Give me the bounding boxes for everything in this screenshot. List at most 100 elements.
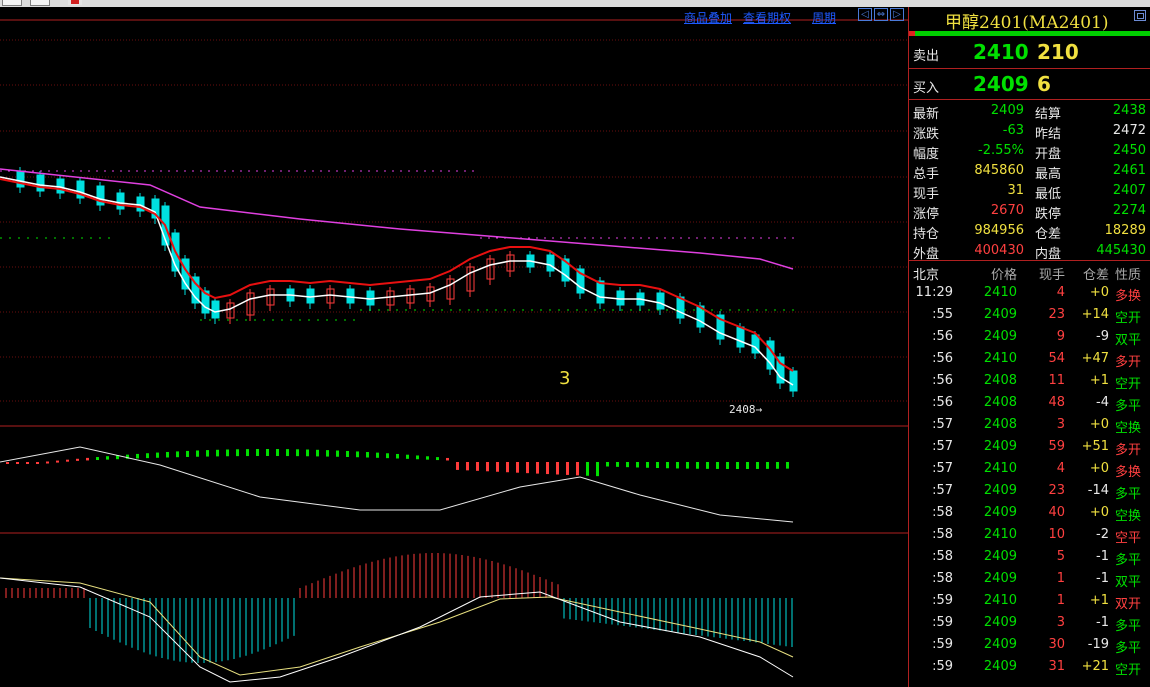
- indicator-bar: [376, 452, 379, 458]
- tick-nature: 空开: [1115, 663, 1142, 678]
- indicator-bar: [456, 462, 459, 470]
- indicator-bar: [426, 456, 429, 460]
- indicator-bar: [526, 462, 529, 474]
- indicator-bar: [446, 457, 449, 461]
- tick-row[interactable]: :57 2409 59 +51 多开: [909, 436, 1150, 458]
- indicator-bar: [26, 462, 29, 464]
- ticks-header: 北京 价格 现手 仓差 性质: [909, 261, 1150, 283]
- indicator-bar: [676, 462, 679, 469]
- stat-label: 幅度: [913, 147, 940, 162]
- tick-price: 2409: [983, 307, 1017, 322]
- tick-time: :56: [932, 351, 953, 366]
- tick-row[interactable]: :57 2408 3 +0 空换: [909, 414, 1150, 436]
- tick-nature: 多平: [1115, 641, 1142, 656]
- tick-row[interactable]: :56 2408 11 +1 空开: [909, 370, 1150, 392]
- tick-row[interactable]: :56 2408 48 -4 多平: [909, 392, 1150, 414]
- tick-row[interactable]: :56 2410 54 +47 多开: [909, 348, 1150, 370]
- indicator-bar: [606, 462, 609, 467]
- indicator-bar: [76, 458, 79, 461]
- stat-value: 2450: [1112, 143, 1146, 158]
- indicator-bar: [136, 453, 139, 459]
- candle-body: [56, 178, 65, 194]
- tick-row[interactable]: :57 2409 23 -14 多平: [909, 480, 1150, 502]
- indicator-bar: [436, 457, 439, 461]
- tick-volume: 3: [1056, 615, 1065, 630]
- tick-row[interactable]: 11:29 2410 4 +0 多换: [909, 282, 1150, 304]
- stat-value: 2274: [1112, 203, 1146, 218]
- indicator-bar: [196, 450, 199, 457]
- stat-value: -63: [1002, 123, 1024, 138]
- tick-volume: 23: [1048, 307, 1065, 322]
- kline-chart[interactable]: [0, 7, 908, 687]
- indicator-bar: [96, 457, 99, 461]
- candle-body: [596, 280, 605, 304]
- ask-price: 2410: [973, 40, 1029, 64]
- period-link[interactable]: 周期: [812, 9, 836, 26]
- stat-label: 结算: [1035, 107, 1062, 122]
- candle-body: [546, 254, 555, 272]
- candle-body: [211, 300, 220, 319]
- indicator-bar: [636, 462, 639, 468]
- bid-row[interactable]: 买入 2409 6: [909, 69, 1150, 100]
- view-options-link[interactable]: 查看期权: [743, 9, 791, 26]
- indicator-bar: [186, 450, 189, 457]
- close-button[interactable]: [68, 0, 82, 5]
- tick-row[interactable]: :58 2410 10 -2 空平: [909, 524, 1150, 546]
- stat-row: 幅度 -2.55% 开盘 2450: [909, 141, 1150, 162]
- stat-value: 445430: [1096, 243, 1146, 258]
- candle-body: [656, 292, 665, 310]
- tick-time: :59: [932, 637, 953, 652]
- tick-price: 2409: [983, 615, 1017, 630]
- indicator-bar: [646, 462, 649, 468]
- stat-label: 涨跌: [913, 127, 940, 142]
- tick-nature: 多平: [1115, 399, 1142, 414]
- stat-value: 2461: [1112, 163, 1146, 178]
- tick-price: 2409: [983, 505, 1017, 520]
- tick-volume: 3: [1056, 417, 1065, 432]
- stat-label: 仓差: [1035, 227, 1062, 242]
- zoom-icon[interactable]: ⇔: [874, 8, 888, 21]
- indicator-bar: [106, 456, 109, 460]
- ask-row[interactable]: 卖出 2410 210: [909, 37, 1150, 68]
- minimize-button[interactable]: [2, 0, 22, 6]
- tick-row[interactable]: :59 2410 1 +1 双开: [909, 590, 1150, 612]
- tick-volume: 54: [1048, 351, 1065, 366]
- bid-price: 2409: [973, 72, 1029, 96]
- tick-row[interactable]: :55 2409 23 +14 空开: [909, 304, 1150, 326]
- tick-oi-change: +47: [1081, 351, 1109, 366]
- tick-row[interactable]: :58 2409 5 -1 多平: [909, 546, 1150, 568]
- indicator-bar: [166, 451, 169, 458]
- stat-row: 持仓 984956 仓差 18289: [909, 221, 1150, 242]
- indicator-bar: [396, 453, 399, 459]
- shift-left-icon[interactable]: ◁: [858, 8, 872, 21]
- tick-row[interactable]: :59 2409 30 -19 多平: [909, 634, 1150, 656]
- last-price-marker: 2408→: [729, 403, 763, 416]
- commodity-overlay-link[interactable]: 商品叠加: [684, 9, 732, 26]
- indicator-bar: [626, 462, 629, 468]
- tick-row[interactable]: :56 2409 9 -9 双平: [909, 326, 1150, 348]
- kline-chart-panel[interactable]: 商品叠加 查看期权 周期 ◁ ⇔ ▷ 3 2408→: [0, 7, 908, 687]
- ask-volume: 210: [1037, 40, 1079, 64]
- ticks-header-nature: 性质: [1115, 268, 1142, 283]
- tick-nature: 空开: [1115, 311, 1142, 326]
- candle-body: [116, 192, 125, 210]
- window-switch-icon[interactable]: [1134, 10, 1146, 21]
- shift-right-icon[interactable]: ▷: [890, 8, 904, 21]
- tick-oi-change: +21: [1081, 659, 1109, 674]
- tick-volume: 1: [1056, 571, 1065, 586]
- tick-row[interactable]: :58 2409 1 -1 双平: [909, 568, 1150, 590]
- tick-time: :56: [932, 395, 953, 410]
- tick-row[interactable]: :59 2409 3 -1 多平: [909, 612, 1150, 634]
- stat-value: 18289: [1104, 223, 1146, 238]
- tick-row[interactable]: :58 2409 40 +0 空换: [909, 502, 1150, 524]
- tick-row[interactable]: :59 2409 31 +21 空开: [909, 656, 1150, 678]
- bid-label: 买入: [913, 81, 940, 96]
- contract-title-bar: 甲醇2401(MA2401): [909, 7, 1150, 33]
- indicator-bar: [356, 451, 359, 458]
- indicator-bar: [246, 449, 249, 457]
- tick-row[interactable]: :57 2410 4 +0 多换: [909, 458, 1150, 480]
- stat-label: 持仓: [913, 227, 940, 242]
- candle-body: [346, 288, 355, 304]
- restore-button[interactable]: [30, 0, 50, 6]
- ma-long-line: [0, 168, 794, 270]
